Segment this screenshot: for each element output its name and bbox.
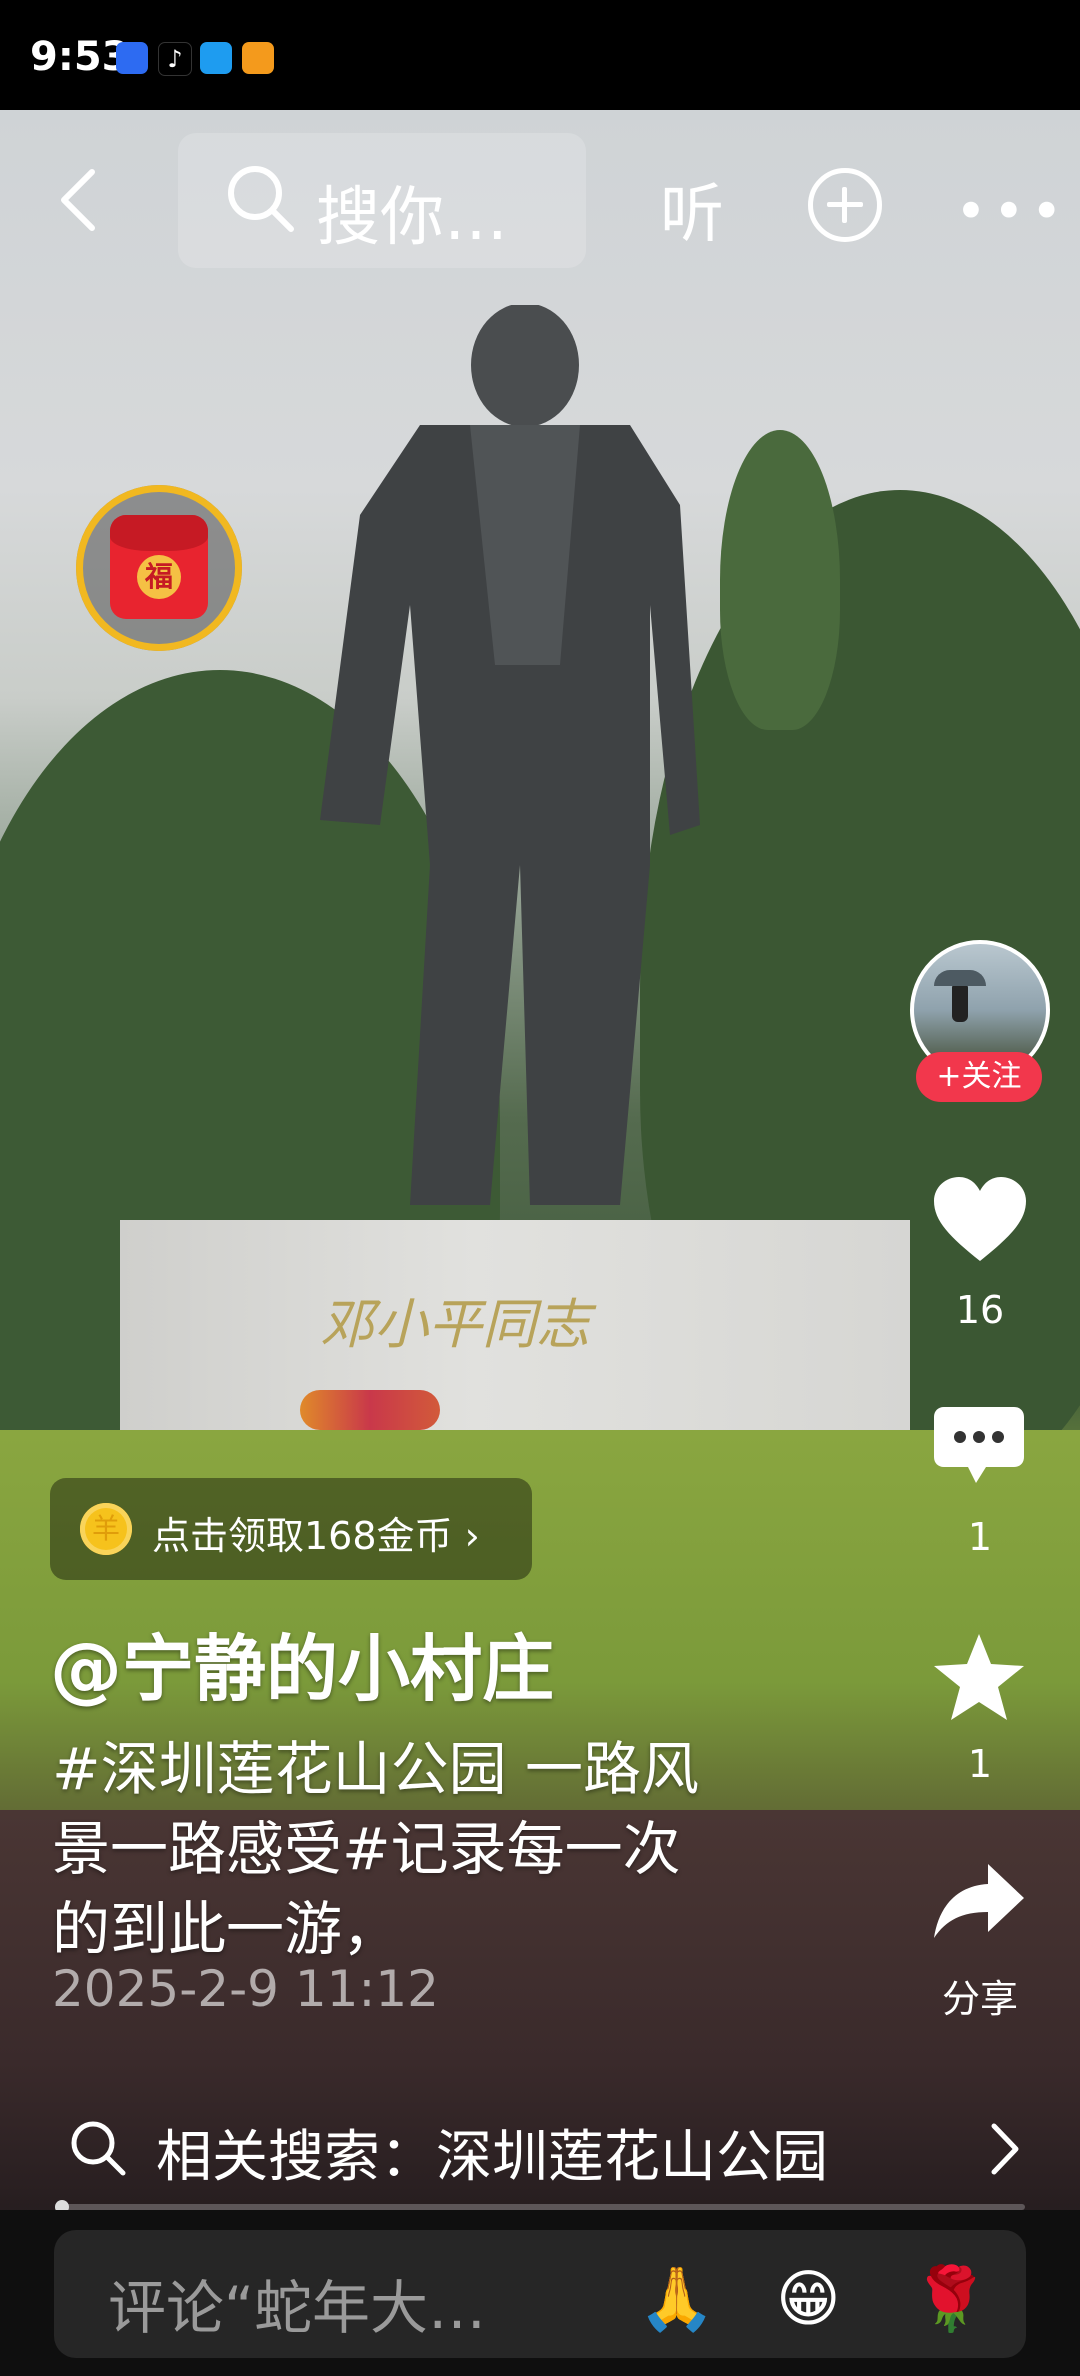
red-envelope-icon: 福 (110, 515, 208, 619)
related-search-label: 相关搜索：深圳莲花山公园 (156, 2125, 828, 2190)
orange-app-icon (242, 42, 274, 74)
comment-placeholder: 评论“蛇年大… (108, 2274, 487, 2342)
share-label[interactable]: 分享 (920, 1968, 1040, 2023)
related-search-icon (71, 2121, 126, 2176)
pray-emoji-button[interactable]: 🙏 (638, 2262, 715, 2336)
rose-emoji-button[interactable]: 🌹 (912, 2262, 989, 2336)
caption-line: #深圳莲花山公园 一路风 (52, 1735, 700, 1803)
comment-icon[interactable] (932, 1405, 1026, 1487)
caption-line: 景一路感受#记录每一次 (52, 1815, 681, 1883)
share-icon[interactable] (932, 1862, 1026, 1942)
search-placeholder: 搜你… (316, 181, 508, 255)
baidu-app-icon (116, 42, 148, 74)
grin-emoji-button[interactable]: 😁 (776, 2262, 841, 2335)
status-time: 9:53 (30, 34, 130, 80)
plus-icon-vertical (842, 187, 847, 223)
search-icon (228, 166, 294, 232)
tiktok-app-icon: ♪ (158, 42, 192, 76)
post-date: 2025-2-9 11:12 (52, 1960, 439, 2018)
comment-count: 1 (967, 1515, 993, 1559)
heart-icon[interactable] (930, 1175, 1030, 1265)
avatar-umbrella (934, 970, 986, 986)
chevron-right-icon (991, 2123, 1019, 2175)
favorite-count: 1 (967, 1742, 993, 1786)
statue-pedestal: 邓小平同志 (120, 1220, 910, 1450)
message-app-icon (200, 42, 232, 74)
listen-button[interactable]: 听 (660, 163, 724, 255)
coin-icon: 羊 (80, 1503, 132, 1555)
author-name[interactable]: @宁静的小村庄 (50, 1610, 554, 1715)
flowers (300, 1390, 440, 1430)
coin-reward-label: 点击领取168金币 › (152, 1514, 480, 1558)
statue (320, 305, 700, 1205)
caption-line: 的到此一游， (52, 1895, 401, 1963)
follow-button[interactable]: +关注 (916, 1052, 1042, 1102)
more-icon[interactable]: ••• (955, 180, 1069, 243)
add-button[interactable] (808, 168, 882, 242)
envelope-flap (110, 515, 208, 551)
fu-label: 福 (137, 555, 181, 599)
favorite-icon[interactable] (932, 1632, 1026, 1722)
pedestal-inscription: 邓小平同志 (320, 1293, 590, 1356)
back-icon[interactable] (50, 160, 110, 240)
avatar-figure (952, 982, 968, 1022)
red-envelope-button[interactable]: 福 (76, 485, 242, 651)
like-count: 16 (955, 1288, 1005, 1332)
